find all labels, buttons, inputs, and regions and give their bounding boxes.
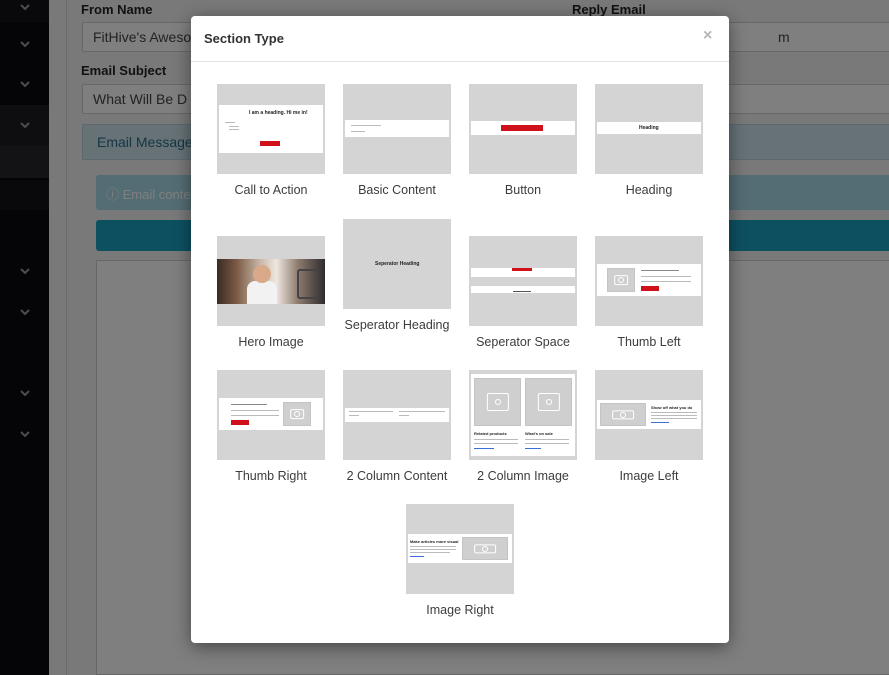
hero-image-thumbnail [217,236,325,326]
two-col-thumb-right-title: What's on sale [525,431,553,436]
tile-label: Hero Image [238,335,304,349]
close-icon[interactable]: × [703,27,712,45]
basic-content-thumbnail [343,84,451,174]
camera-icon [294,411,300,417]
tile-seperator-heading[interactable]: Seperator Heading Seperator Heading [343,219,451,332]
hero-photo [217,259,325,304]
two-col-thumb-left-title: Related products [474,431,507,436]
call-to-action-thumbnail: I am a heading. Hi me in! [217,84,325,174]
tile-2-column-content[interactable]: 2 Column Content [343,370,451,483]
cta-thumb-heading: I am a heading. Hi me in! [249,110,308,116]
camera-icon [494,399,501,405]
seperator-thumb-text: Seperator Heading [375,261,420,267]
seperator-heading-thumbnail: Seperator Heading [343,219,451,309]
tile-hero-image[interactable]: Hero Image [217,236,325,349]
tile-label: Image Left [619,469,679,483]
tile-2-column-image[interactable]: Related products What's on sale 2 Column… [469,370,577,483]
image-left-thumb-heading: Show off what you do [651,405,693,410]
image-right-thumbnail: Make articles more visual [406,504,514,594]
two-column-content-thumbnail [343,370,451,460]
tile-label: Seperator Heading [344,318,450,332]
camera-icon [545,399,552,405]
camera-icon [482,545,488,552]
image-right-thumb-heading: Make articles more visual [410,539,459,544]
tile-thumb-right[interactable]: Thumb Right [217,370,325,483]
camera-icon [618,277,624,283]
thumb-right-thumbnail [217,370,325,460]
tile-label: Heading [625,183,673,197]
modal-title: Section Type [204,31,284,46]
image-left-thumbnail: Show off what you do [595,370,703,460]
heading-thumbnail: Heading [595,84,703,174]
tile-image-right[interactable]: Make articles more visual Image Right [406,504,514,617]
button-thumbnail [469,84,577,174]
thumb-left-thumbnail [595,236,703,326]
section-type-modal: Section Type × I am a heading. Hi me in!… [191,16,729,643]
tile-label: Image Right [426,603,494,617]
tile-seperator-space[interactable]: Seperator Space [469,236,577,349]
tile-call-to-action[interactable]: I am a heading. Hi me in! Call to Action [217,84,325,197]
tile-image-left[interactable]: Show off what you do Image Left [595,370,703,483]
tile-heading[interactable]: Heading Heading [595,84,703,197]
tile-label: Thumb Left [617,335,681,349]
camera-icon [620,411,626,418]
tile-basic-content[interactable]: Basic Content [343,84,451,197]
tile-thumb-left[interactable]: Thumb Left [595,236,703,349]
two-column-image-thumbnail: Related products What's on sale [469,370,577,460]
tile-button[interactable]: Button [469,84,577,197]
heading-thumb-text: Heading [639,125,659,131]
seperator-space-thumbnail [469,236,577,326]
modal-header: Section Type × [191,16,729,62]
